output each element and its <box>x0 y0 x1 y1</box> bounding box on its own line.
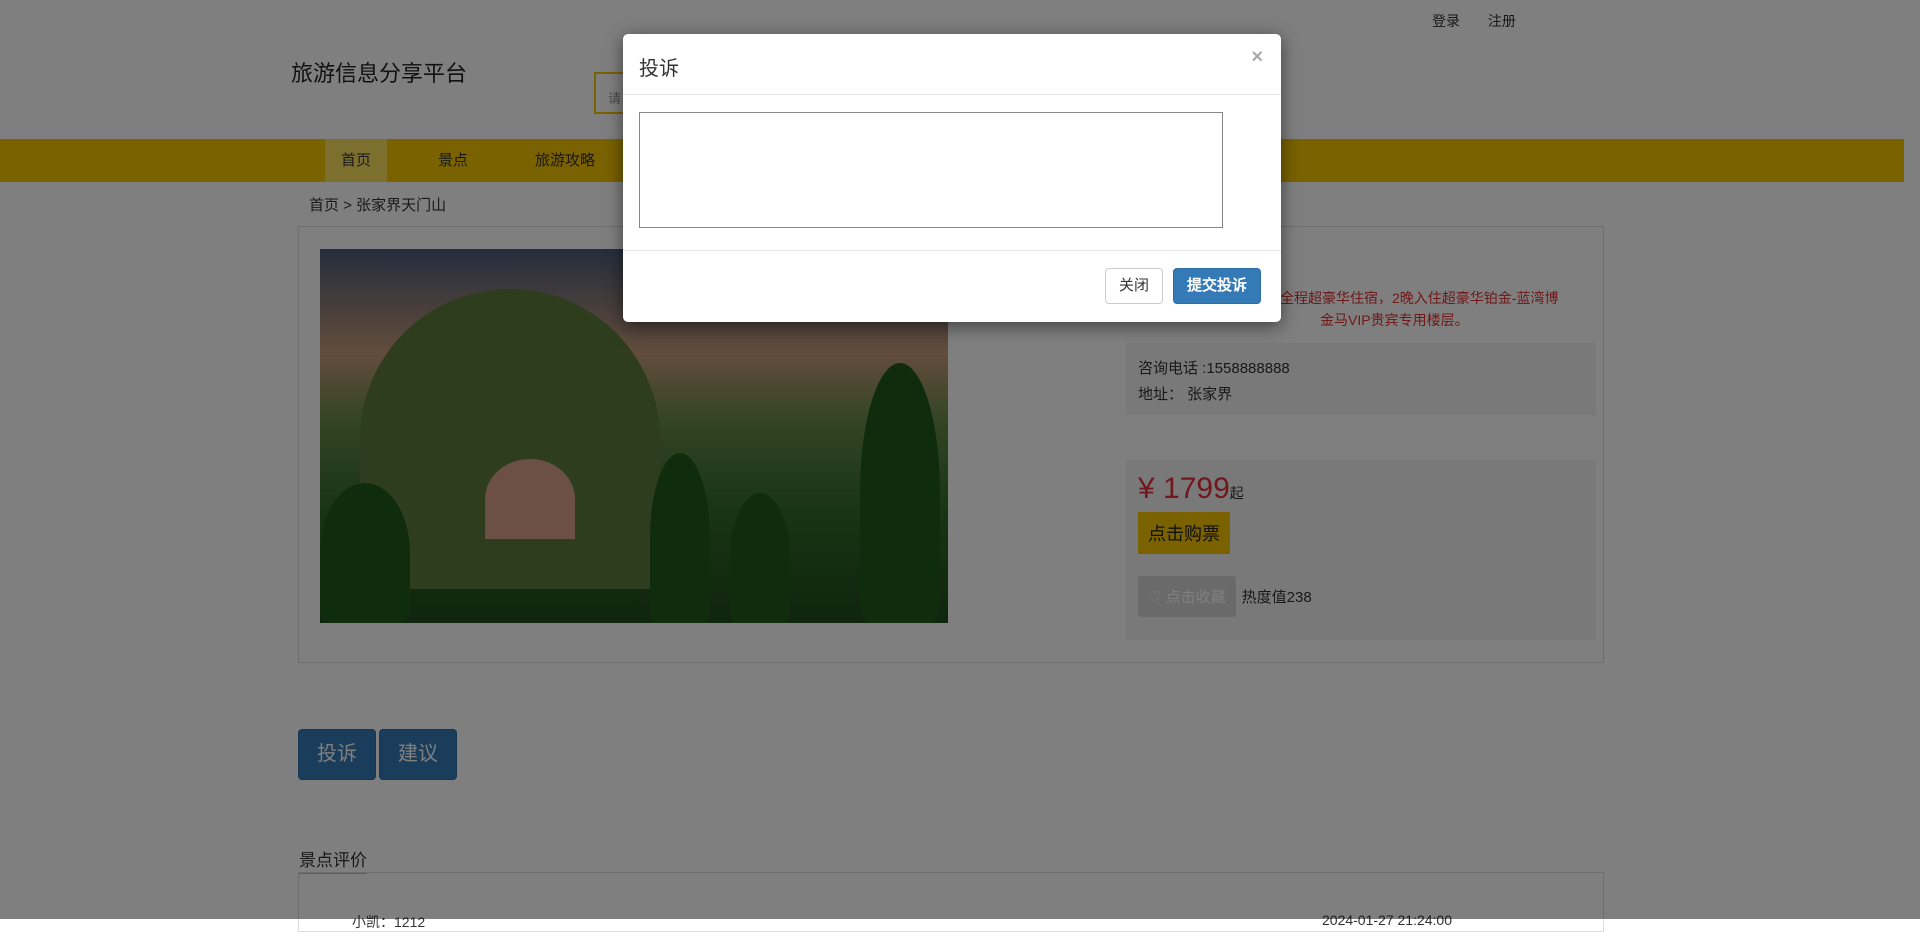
complaint-textarea[interactable] <box>639 112 1223 228</box>
modal-title: 投诉 <box>639 58 679 80</box>
modal-body <box>623 95 1281 251</box>
modal-header: 投诉 × <box>623 34 1281 95</box>
modal-footer: 关闭 提交投诉 <box>623 251 1281 321</box>
close-icon[interactable]: × <box>1251 46 1263 69</box>
complaint-modal: 投诉 × 关闭 提交投诉 <box>623 34 1281 322</box>
submit-complaint-button[interactable]: 提交投诉 <box>1173 268 1262 304</box>
close-button[interactable]: 关闭 <box>1105 268 1164 304</box>
